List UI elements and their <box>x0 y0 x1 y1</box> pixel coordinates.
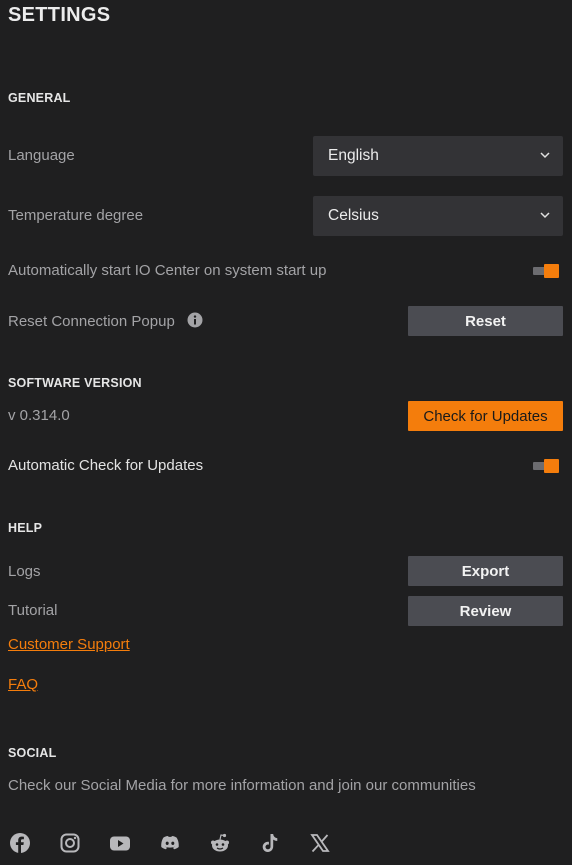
auto-check-toggle[interactable] <box>533 459 559 473</box>
tutorial-label: Tutorial <box>8 602 58 619</box>
customer-support-link[interactable]: Customer Support <box>8 636 130 653</box>
reset-popup-row: Reset Connection Popup <box>8 312 203 330</box>
info-icon[interactable] <box>187 312 203 328</box>
version-text: v 0.314.0 <box>8 407 70 424</box>
social-heading: SOCIAL <box>8 746 57 760</box>
faq-link[interactable]: FAQ <box>8 676 38 693</box>
tiktok-icon[interactable] <box>260 832 280 854</box>
page-title: SETTINGS <box>8 4 111 26</box>
temperature-select[interactable]: Celsius <box>313 196 563 236</box>
software-heading: SOFTWARE VERSION <box>8 376 142 390</box>
language-select[interactable]: English <box>313 136 563 176</box>
autostart-toggle[interactable] <box>533 264 559 278</box>
logs-label: Logs <box>8 563 41 580</box>
review-button[interactable]: Review <box>408 596 563 626</box>
help-heading: HELP <box>8 521 43 535</box>
language-label: Language <box>8 147 75 164</box>
reset-popup-label: Reset Connection Popup <box>8 313 175 330</box>
chevron-down-icon <box>539 209 551 221</box>
social-description: Check our Social Media for more informat… <box>8 777 476 794</box>
toggle-knob <box>544 264 559 278</box>
general-heading: GENERAL <box>8 91 71 105</box>
temperature-label: Temperature degree <box>8 207 144 224</box>
instagram-icon[interactable] <box>60 832 80 854</box>
x-icon[interactable] <box>310 832 330 854</box>
check-updates-button[interactable]: Check for Updates <box>408 401 563 431</box>
toggle-knob <box>544 459 559 473</box>
reset-button[interactable]: Reset <box>408 306 563 336</box>
reddit-icon[interactable] <box>210 832 230 854</box>
social-icons <box>10 832 330 854</box>
language-value: English <box>328 147 379 164</box>
discord-icon[interactable] <box>160 832 180 854</box>
temperature-value: Celsius <box>328 207 379 224</box>
chevron-down-icon <box>539 149 551 161</box>
autostart-label: Automatically start IO Center on system … <box>8 262 327 279</box>
export-button[interactable]: Export <box>408 556 563 586</box>
facebook-icon[interactable] <box>10 832 30 854</box>
youtube-icon[interactable] <box>110 832 130 854</box>
auto-check-label: Automatic Check for Updates <box>8 457 204 474</box>
